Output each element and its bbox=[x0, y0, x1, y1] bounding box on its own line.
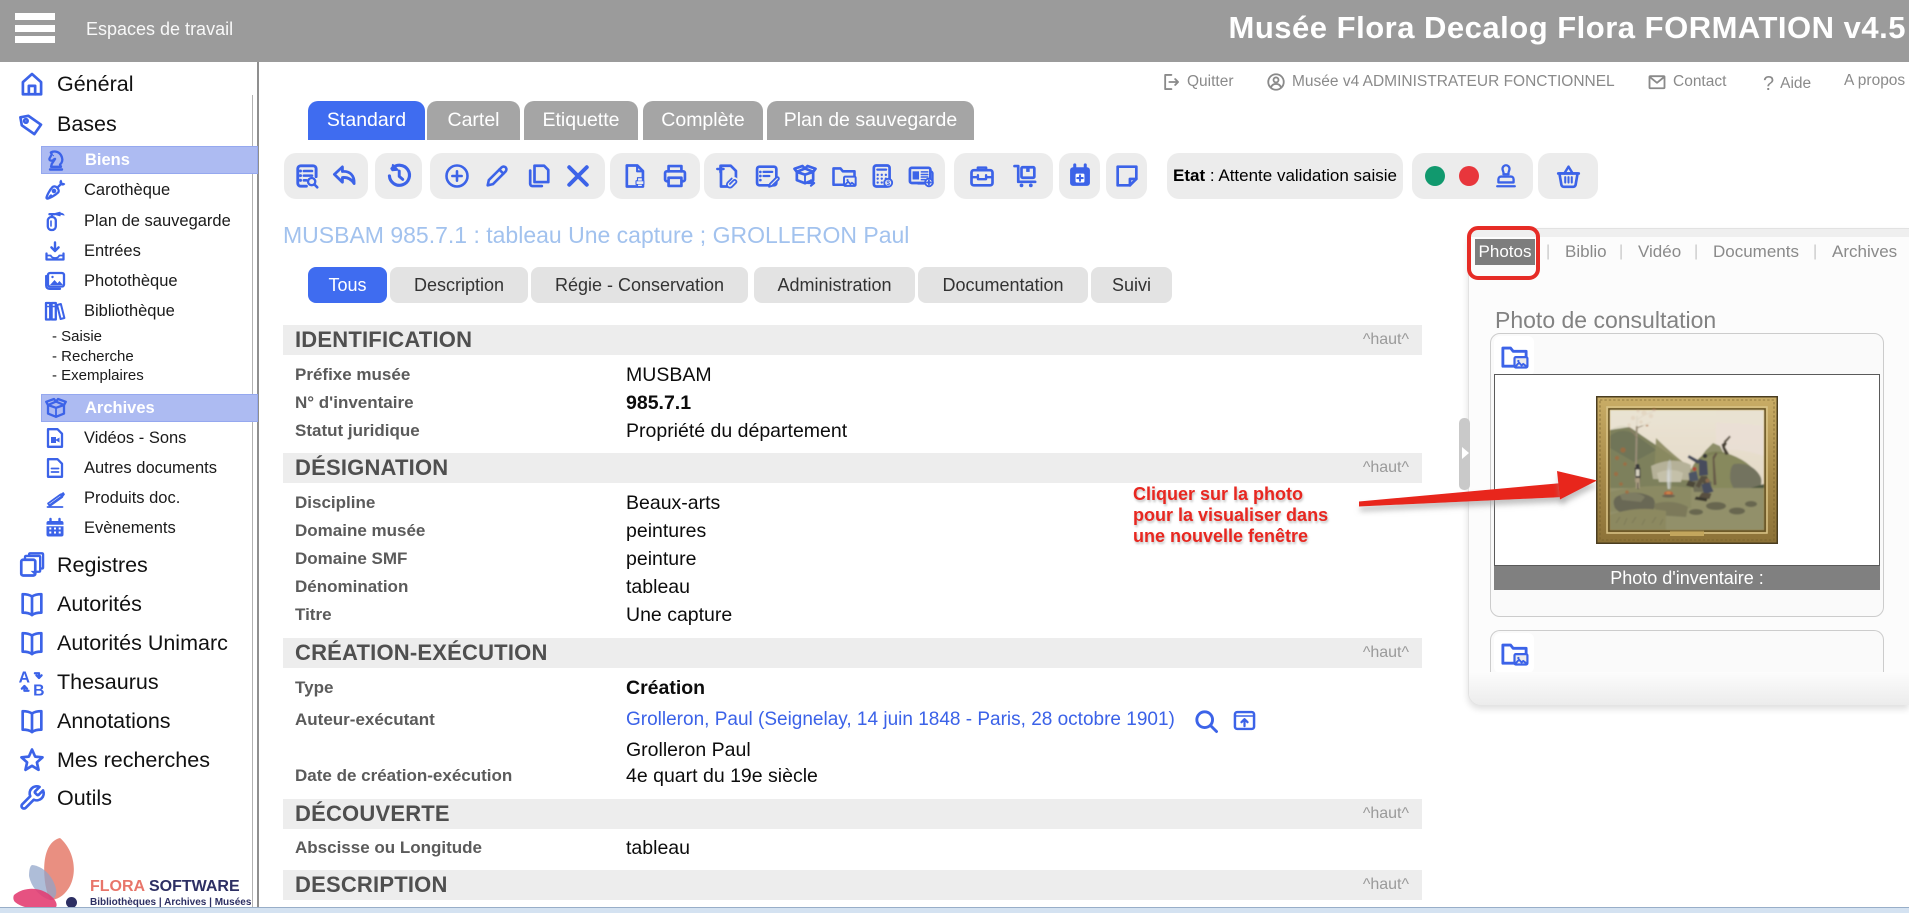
svg-text:A: A bbox=[19, 670, 30, 687]
svg-text:B: B bbox=[33, 682, 44, 696]
svg-text:$: $ bbox=[887, 180, 891, 187]
